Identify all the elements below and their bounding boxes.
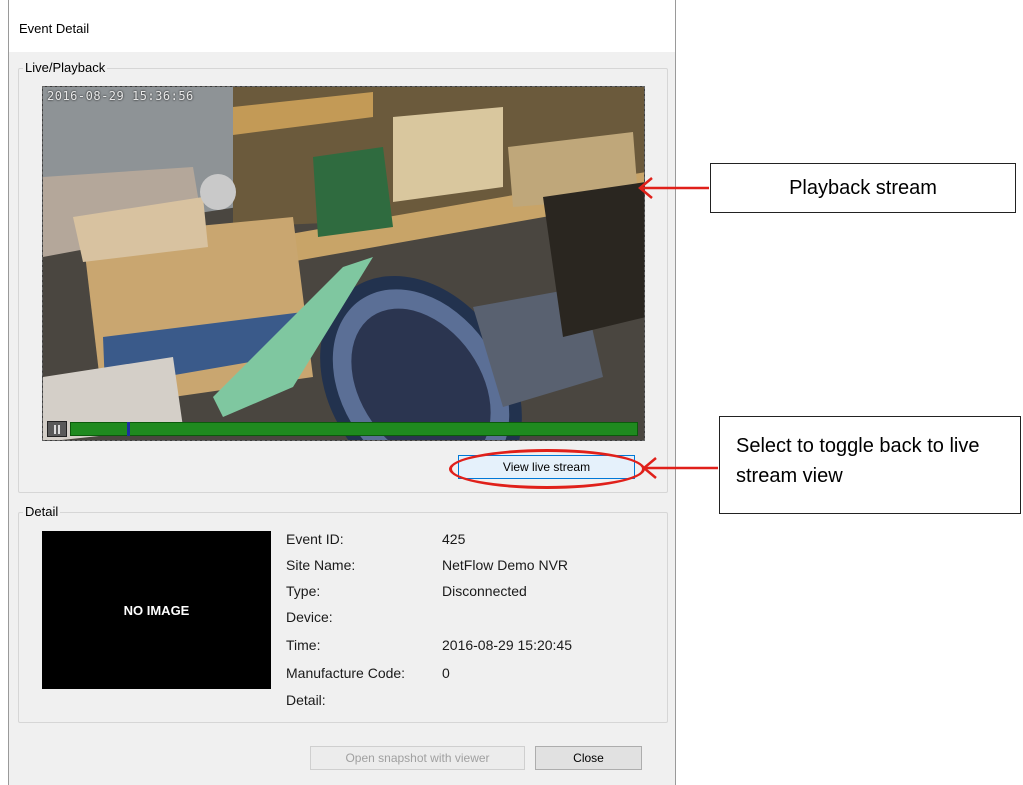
playback-stream-callout: Playback stream bbox=[710, 163, 1016, 213]
toggle-live-callout: Select to toggle back to live stream vie… bbox=[719, 416, 1021, 514]
annotation-arrows bbox=[638, 177, 718, 479]
playback-stream-callout-text: Playback stream bbox=[789, 176, 937, 199]
arrow-left-icon bbox=[638, 177, 709, 199]
toggle-live-callout-text: Select to toggle back to live stream vie… bbox=[736, 435, 980, 487]
arrow-left-icon bbox=[642, 457, 718, 479]
